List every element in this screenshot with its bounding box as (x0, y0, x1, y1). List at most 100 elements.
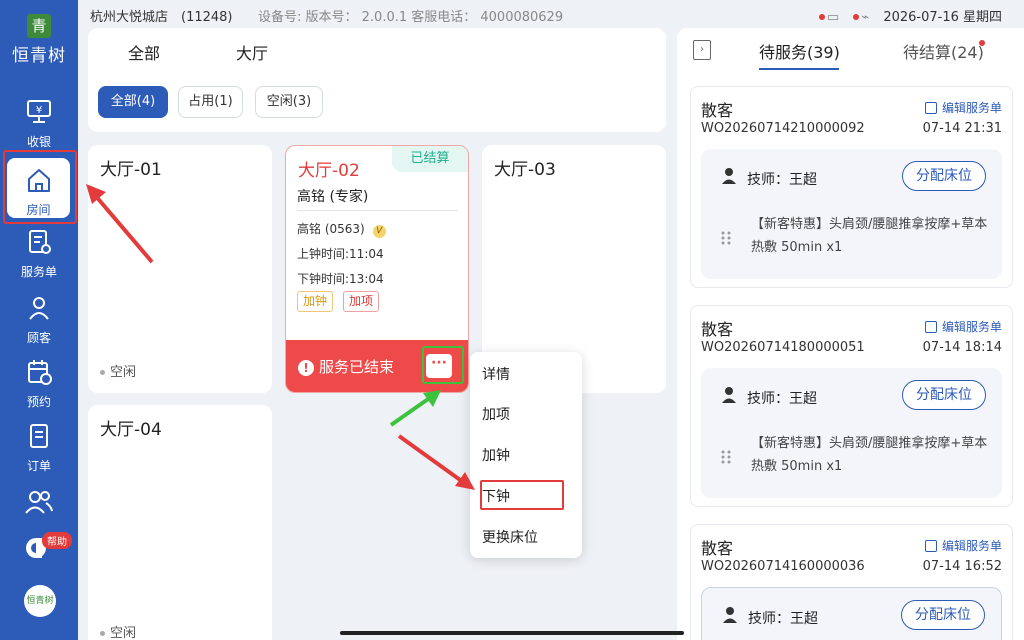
filter-chip-occupied[interactable]: 占用(1) (178, 86, 243, 118)
sidebar-item-label: 服务单 (20, 265, 57, 279)
technician-icon (722, 387, 736, 403)
start-time: 上钟时间:11:04 (297, 247, 384, 261)
technician-icon (723, 607, 737, 623)
annotation-highlight-rooms (3, 150, 77, 224)
order-detail: 技师：王超 分配床位 (701, 587, 1002, 640)
area-tab-hall[interactable]: 大厅 (236, 40, 268, 64)
menu-item-add-item[interactable]: 加项 (482, 404, 510, 424)
tab-pending-service[interactable]: 待服务(39) (759, 39, 840, 63)
vip-badge: V (372, 225, 386, 238)
room-card-04[interactable]: 大厅-04 空闲 (88, 405, 272, 640)
order-detail: 技师：王超 分配床位 【新客特惠】头肩颈/腰腿推拿按摩+草本热敷 50min x… (701, 149, 1002, 279)
annotation-arrow-clock-off (397, 434, 475, 490)
assign-bed-button[interactable]: 分配床位 (902, 161, 986, 191)
logo: 青 恒青树 (0, 14, 78, 66)
room-name: 大厅-02 (298, 161, 360, 181)
annotation-highlight-clock-off (480, 480, 564, 510)
room-card-01[interactable]: 大厅-01 空闲 (88, 145, 272, 393)
status-bar: 杭州大悦城店 (11248) 设备号: 版本号： 2.0.0.1 客服电话： 4… (78, 0, 1024, 28)
tab-pending-settlement[interactable]: 待结算(24) (903, 39, 984, 63)
status-right: ▭ ⌁ 2026-07-16 星期四 (818, 6, 1002, 25)
area-tab-all[interactable]: 全部 (128, 40, 160, 64)
logo-text: 恒青树 (12, 46, 66, 66)
customer-icon (29, 297, 49, 320)
sidebar-item-orders[interactable]: 订单 (0, 420, 78, 484)
collapse-panel-icon[interactable]: › (693, 40, 711, 60)
filter-chip-all[interactable]: 全部(4) (98, 86, 168, 118)
menu-item-details[interactable]: 详情 (482, 364, 510, 384)
staff-icon[interactable] (24, 488, 54, 516)
alert-icon: ! (298, 360, 314, 376)
order-detail: 技师：王超 分配床位 【新客特惠】头肩颈/腰腿推拿按摩+草本热敷 50min x… (701, 368, 1002, 498)
sidebar-item-label: 顾客 (26, 331, 51, 345)
order-icon (30, 424, 48, 448)
order-customer: 散客 (701, 320, 734, 339)
order-customer: 散客 (701, 101, 734, 120)
drag-handle-icon[interactable] (721, 231, 731, 245)
order-technician: 技师：王超 (747, 172, 817, 188)
calendar-icon (28, 360, 52, 385)
cashier-icon: ¥ (27, 100, 51, 123)
tab-notification-dot (979, 40, 985, 46)
order-number: WO20260714180000051 (701, 340, 865, 355)
sidebar-item-label: 预约 (26, 395, 51, 409)
edit-icon (924, 540, 937, 552)
order-time: 07-14 21:31 (922, 121, 1002, 136)
datetime: 2026-07-16 星期四 (883, 10, 1002, 25)
service-order-card[interactable]: 散客 WO20260714210000092 编辑服务单 07-14 21:31… (690, 86, 1013, 288)
scanner-offline-icon (853, 13, 860, 20)
order-customer: 散客 (701, 539, 734, 558)
end-time: 下钟时间:13:04 (297, 272, 384, 286)
sidebar-item-service-orders[interactable]: 服务单 (0, 226, 78, 290)
technician-code: 高铭 (0563) V (297, 220, 386, 238)
order-time: 07-14 18:14 (922, 340, 1002, 355)
settled-badge: 已结算 (392, 146, 468, 172)
service-order-icon (29, 230, 51, 254)
menu-item-change-bed[interactable]: 更换床位 (482, 527, 538, 547)
technician-icon (722, 168, 736, 184)
sidebar-item-label: 收银 (26, 135, 51, 149)
drag-handle-icon[interactable] (721, 450, 731, 464)
tag-extend: 加钟 (297, 291, 334, 312)
service-ended-text: 服务已结束 (319, 358, 395, 376)
filter-chip-idle[interactable]: 空闲(3) (255, 86, 323, 118)
assign-bed-button[interactable]: 分配床位 (901, 600, 985, 630)
order-number: WO20260714210000092 (701, 121, 865, 136)
sidebar-item-label: 订单 (26, 459, 51, 473)
tag-add-item: 加项 (343, 291, 380, 312)
printer-offline-icon (818, 13, 825, 20)
menu-item-extend[interactable]: 加钟 (482, 445, 510, 465)
sidebar-item-appointments[interactable]: 预约 (0, 356, 78, 420)
annotation-highlight-more (422, 346, 464, 384)
room-name: 大厅-01 (100, 160, 162, 180)
order-service: 【新客特惠】头肩颈/腰腿推拿按摩+草本热敷 50min x1 (751, 436, 988, 474)
help-badge[interactable]: 帮助 (42, 532, 72, 549)
order-time: 07-14 16:52 (922, 559, 1002, 574)
order-number: WO20260714160000036 (701, 559, 865, 574)
edit-order-button[interactable]: 编辑服务单 (924, 99, 1002, 116)
edit-order-button[interactable]: 编辑服务单 (924, 537, 1002, 554)
assign-bed-button[interactable]: 分配床位 (902, 380, 986, 410)
edit-icon (924, 321, 937, 333)
room-name: 大厅-03 (494, 160, 556, 180)
edit-order-button[interactable]: 编辑服务单 (924, 318, 1002, 335)
room-status: 空闲 (100, 361, 136, 380)
service-order-card[interactable]: 散客 WO20260714160000036 编辑服务单 07-14 16:52… (690, 524, 1013, 640)
room-status: 空闲 (100, 622, 136, 640)
logo-mark: 青 (27, 14, 51, 38)
order-technician: 技师：王超 (747, 391, 817, 407)
edit-icon (924, 102, 937, 114)
store-name: 杭州大悦城店 (11248) (90, 10, 233, 25)
service-queue-panel: › 待服务(39) 待结算(24) 散客 WO20260714210000092… (677, 28, 1024, 640)
room-filter-panel: 全部 大厅 全部(4) 占用(1) 空闲(3) (88, 28, 666, 132)
order-service: 【新客特惠】头肩颈/腰腿推拿按摩+草本热敷 50min x1 (751, 217, 988, 255)
avatar[interactable]: 恒青树 (24, 585, 56, 617)
room-name: 大厅-04 (100, 420, 162, 440)
sidebar-item-customers[interactable]: 顾客 (0, 292, 78, 356)
active-tab-indicator (759, 68, 839, 70)
service-order-card[interactable]: 散客 WO20260714180000051 编辑服务单 07-14 18:14… (690, 305, 1013, 507)
device-info: 设备号: 版本号： 2.0.0.1 客服电话： 4000080629 (258, 10, 564, 25)
svg-text:¥: ¥ (36, 105, 42, 116)
order-technician: 技师：王超 (748, 611, 818, 627)
room-context-menu: 详情 加项 加钟 下钟 更换床位 (470, 352, 582, 558)
